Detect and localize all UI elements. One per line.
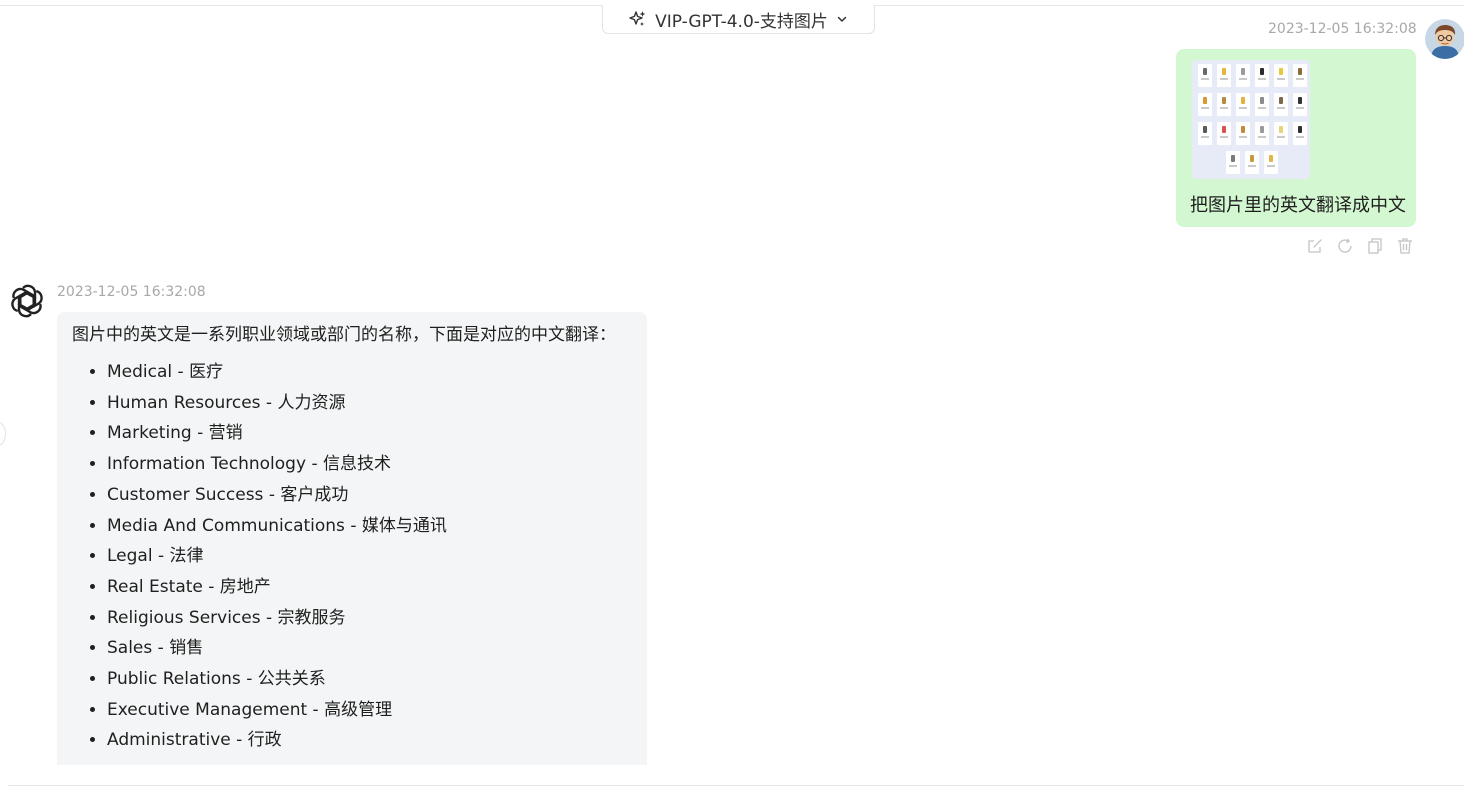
list-item: Media And Communications - 媒体与通讯 <box>107 511 632 542</box>
translation-list: Medical - 医疗 Human Resources - 人力资源 Mark… <box>72 357 632 756</box>
list-item: Medical - 医疗 <box>107 357 632 388</box>
sidebar-toggle-handle[interactable] <box>0 422 6 446</box>
user-message-text: 把图片里的英文翻译成中文 <box>1190 195 1406 216</box>
user-avatar[interactable] <box>1425 19 1464 59</box>
bot-message-intro: 图片中的英文是一系列职业领域或部门的名称，下面是对应的中文翻译： <box>72 325 616 345</box>
chat-page: VIP-GPT-4.0-支持图片 2023-12-05 16:32:08 把图片… <box>0 0 1464 786</box>
sparkle-icon <box>629 10 647 28</box>
user-message-timestamp: 2023-12-05 16:32:08 <box>1268 21 1417 37</box>
list-item: Public Relations - 公共关系 <box>107 664 632 695</box>
list-item: Religious Services - 宗教服务 <box>107 603 632 634</box>
list-item: Customer Success - 客户成功 <box>107 480 632 511</box>
list-item: Legal - 法律 <box>107 541 632 572</box>
bot-message-timestamp: 2023-12-05 16:32:08 <box>57 284 206 300</box>
list-item: Administrative - 行政 <box>107 725 632 756</box>
list-item: Human Resources - 人力资源 <box>107 388 632 419</box>
bot-message-bubble: 图片中的英文是一系列职业领域或部门的名称，下面是对应的中文翻译： Medical… <box>57 312 647 765</box>
model-label: VIP-GPT-4.0-支持图片 <box>655 11 828 32</box>
chevron-down-icon <box>836 13 848 25</box>
list-item: Marketing - 营销 <box>107 418 632 449</box>
list-item: Real Estate - 房地产 <box>107 572 632 603</box>
list-item: Sales - 销售 <box>107 633 632 664</box>
delete-icon[interactable] <box>1396 237 1414 255</box>
user-message-bubble: 把图片里的英文翻译成中文 <box>1176 49 1416 227</box>
model-selector[interactable]: VIP-GPT-4.0-支持图片 <box>602 5 875 34</box>
list-item: Executive Management - 高级管理 <box>107 695 632 726</box>
copy-icon[interactable] <box>1366 237 1384 255</box>
edit-icon[interactable] <box>1306 237 1324 255</box>
attached-image-thumbnail[interactable] <box>1192 60 1310 179</box>
list-item: Information Technology - 信息技术 <box>107 449 632 480</box>
openai-logo-icon <box>9 283 45 319</box>
message-actions <box>1306 237 1414 255</box>
refresh-icon[interactable] <box>1336 237 1354 255</box>
